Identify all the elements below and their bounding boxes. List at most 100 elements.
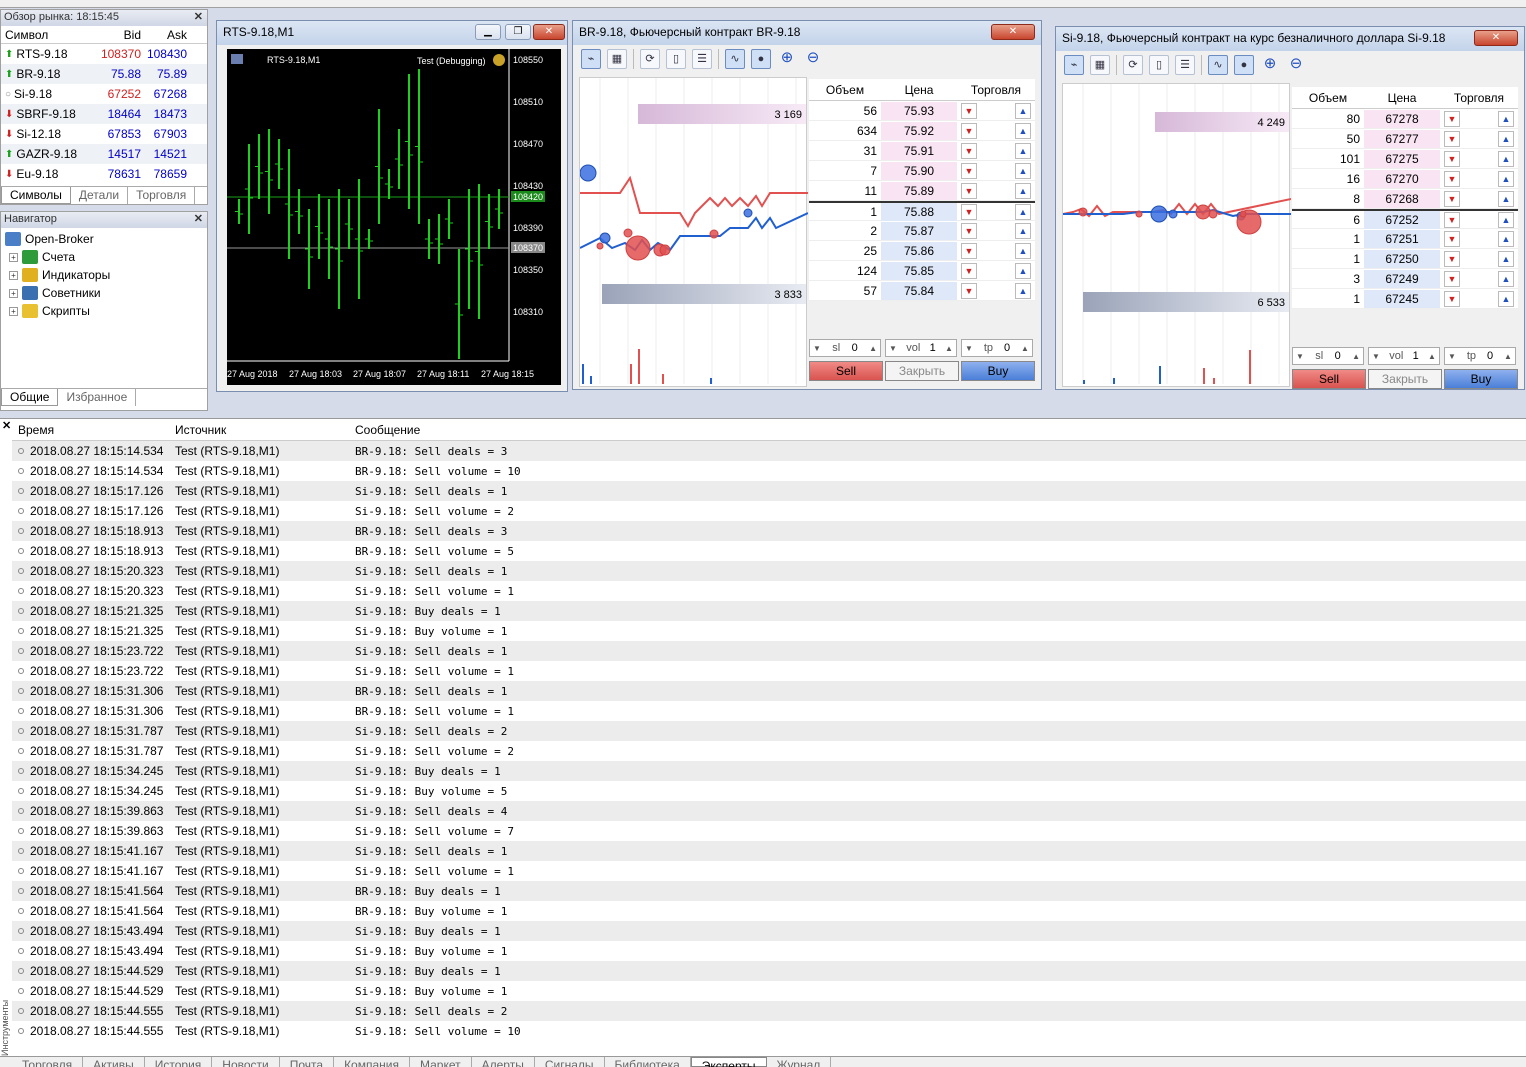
log-row[interactable]: 2018.08.27 18:15:31.787 Test (RTS-9.18,M1…: [12, 741, 1526, 761]
navigator-item[interactable]: + Скрипты: [5, 302, 203, 320]
buy-limit-icon[interactable]: ▲: [1498, 170, 1514, 187]
sell-limit-icon[interactable]: ▼: [961, 182, 977, 199]
buy-limit-icon[interactable]: ▲: [1015, 102, 1031, 119]
sell-limit-icon[interactable]: ▼: [1444, 270, 1460, 287]
log-row[interactable]: 2018.08.27 18:15:34.245 Test (RTS-9.18,M1…: [12, 781, 1526, 801]
refresh-icon[interactable]: ⟳: [640, 49, 660, 69]
chart-mode-icon[interactable]: ⌁: [1064, 55, 1084, 75]
tab-details[interactable]: Детали: [71, 187, 129, 204]
market-watch-row[interactable]: ⬆ GAZR-9.18 14517 14521: [1, 144, 207, 164]
log-row[interactable]: 2018.08.27 18:15:31.306 Test (RTS-9.18,M1…: [12, 681, 1526, 701]
log-row[interactable]: 2018.08.27 18:15:41.167 Test (RTS-9.18,M1…: [12, 861, 1526, 881]
log-row[interactable]: 2018.08.27 18:15:39.863 Test (RTS-9.18,M1…: [12, 821, 1526, 841]
buy-button[interactable]: Buy: [1444, 369, 1518, 389]
ticks-icon[interactable]: ▯: [1149, 55, 1169, 75]
toolbox-tab[interactable]: Новости: [212, 1057, 280, 1067]
chevron-up-icon[interactable]: ▲: [945, 344, 953, 353]
log-row[interactable]: 2018.08.27 18:15:23.722 Test (RTS-9.18,M1…: [12, 661, 1526, 681]
chevron-down-icon[interactable]: ▼: [1372, 352, 1380, 361]
dom-row-ask[interactable]: 11 75.89 ▼ ▲: [809, 181, 1035, 201]
si-window-titlebar[interactable]: Si-9.18, Фьючерсный контракт на курс без…: [1056, 27, 1524, 51]
log-row[interactable]: 2018.08.27 18:15:41.167 Test (RTS-9.18,M1…: [12, 841, 1526, 861]
column-message[interactable]: Сообщение: [352, 423, 1526, 437]
log-row[interactable]: 2018.08.27 18:15:41.564 Test (RTS-9.18,M1…: [12, 881, 1526, 901]
tick-chart-icon[interactable]: ∿: [725, 49, 745, 69]
dom-row-ask[interactable]: 7 75.90 ▼ ▲: [809, 161, 1035, 181]
sell-button[interactable]: Sell: [1292, 369, 1366, 389]
buy-limit-icon[interactable]: ▲: [1015, 222, 1031, 239]
market-watch-row[interactable]: ⬆ BR-9.18 75.88 75.89: [1, 64, 207, 84]
column-ask[interactable]: Ask: [141, 28, 187, 42]
dom-row-ask[interactable]: 8 67268 ▼ ▲: [1292, 189, 1518, 209]
buy-limit-icon[interactable]: ▲: [1015, 282, 1031, 299]
buy-button[interactable]: Buy: [961, 361, 1035, 381]
minimize-icon[interactable]: ▁: [475, 24, 501, 40]
market-watch-row[interactable]: ⬇ Eu-9.18 78631 78659: [1, 164, 207, 184]
sell-limit-icon[interactable]: ▼: [1444, 130, 1460, 147]
chevron-up-icon[interactable]: ▲: [1352, 352, 1360, 361]
buy-limit-icon[interactable]: ▲: [1498, 190, 1514, 207]
tab-symbols[interactable]: Символы: [1, 187, 71, 204]
dom-row-ask[interactable]: 634 75.92 ▼ ▲: [809, 121, 1035, 141]
rts-candles-chart[interactable]: RTS-9.18,M1 Test (Debugging) 108550 108510 1…: [227, 49, 561, 385]
dom-row-bid[interactable]: 57 75.84 ▼ ▲: [809, 281, 1035, 301]
dom-row-bid[interactable]: 1 67250 ▼ ▲: [1292, 249, 1518, 269]
column-time[interactable]: Время: [12, 423, 172, 437]
sell-limit-icon[interactable]: ▼: [961, 162, 977, 179]
zoom-in-icon[interactable]: ⊕: [1260, 55, 1280, 75]
dom-row-bid[interactable]: 124 75.85 ▼ ▲: [809, 261, 1035, 281]
sell-limit-icon[interactable]: ▼: [1444, 290, 1460, 307]
dom-row-ask[interactable]: 31 75.91 ▼ ▲: [809, 141, 1035, 161]
buy-limit-icon[interactable]: ▲: [1015, 162, 1031, 179]
log-row[interactable]: 2018.08.27 18:15:20.323 Test (RTS-9.18,M1…: [12, 581, 1526, 601]
sl-stepper[interactable]: ▼ sl 0 ▲: [1292, 347, 1364, 365]
levels-icon[interactable]: ☰: [1175, 55, 1195, 75]
br-window-titlebar[interactable]: BR-9.18, Фьючерсный контракт BR-9.18 ✕: [573, 21, 1041, 45]
close-button[interactable]: Закрыть: [885, 361, 959, 381]
buy-limit-icon[interactable]: ▲: [1498, 130, 1514, 147]
chevron-down-icon[interactable]: ▼: [889, 344, 897, 353]
si-tick-chart-area[interactable]: 4 249 6 533: [1062, 83, 1292, 387]
dom-row-ask[interactable]: 101 67275 ▼ ▲: [1292, 149, 1518, 169]
log-row[interactable]: 2018.08.27 18:15:23.722 Test (RTS-9.18,M1…: [12, 641, 1526, 661]
log-row[interactable]: 2018.08.27 18:15:44.555 Test (RTS-9.18,M1…: [12, 1001, 1526, 1021]
toolbox-tab[interactable]: Журнал: [767, 1057, 832, 1067]
toolbox-tab[interactable]: Алерты: [472, 1057, 535, 1067]
vol-stepper[interactable]: ▼ vol 1 ▲: [885, 339, 957, 357]
column-source[interactable]: Источник: [172, 423, 352, 437]
tab-favorites[interactable]: Избранное: [58, 389, 137, 406]
dom-row-ask[interactable]: 80 67278 ▼ ▲: [1292, 109, 1518, 129]
log-row[interactable]: 2018.08.27 18:15:31.787 Test (RTS-9.18,M1…: [12, 721, 1526, 741]
dom-row-bid[interactable]: 2 75.87 ▼ ▲: [809, 221, 1035, 241]
toolbox-tab[interactable]: Библиотека: [605, 1057, 691, 1067]
dom-row-bid[interactable]: 6 67252 ▼ ▲: [1292, 209, 1518, 229]
buy-limit-icon[interactable]: ▲: [1015, 142, 1031, 159]
rts-chart-area[interactable]: RTS-9.18,M1 Test (Debugging) 108550 108510 1…: [227, 49, 561, 385]
sell-limit-icon[interactable]: ▼: [1444, 190, 1460, 207]
log-row[interactable]: 2018.08.27 18:15:39.863 Test (RTS-9.18,M1…: [12, 801, 1526, 821]
chevron-down-icon[interactable]: ▼: [1296, 352, 1304, 361]
vol-stepper[interactable]: ▼ vol 1 ▲: [1368, 347, 1440, 365]
close-icon[interactable]: ✕: [1474, 30, 1518, 46]
ticks-icon[interactable]: ▯: [666, 49, 686, 69]
sell-limit-icon[interactable]: ▼: [961, 282, 977, 299]
log-row[interactable]: 2018.08.27 18:15:21.325 Test (RTS-9.18,M1…: [12, 621, 1526, 641]
dom-row-ask[interactable]: 56 75.93 ▼ ▲: [809, 101, 1035, 121]
br-tick-chart[interactable]: 3 169 3 833: [579, 78, 809, 388]
buy-limit-icon[interactable]: ▲: [1015, 242, 1031, 259]
sell-limit-icon[interactable]: ▼: [961, 142, 977, 159]
expand-icon[interactable]: +: [9, 306, 18, 316]
levels-icon[interactable]: ☰: [692, 49, 712, 69]
close-icon[interactable]: ✕: [991, 24, 1035, 40]
buy-limit-icon[interactable]: ▲: [1498, 230, 1514, 247]
buy-limit-icon[interactable]: ▲: [1498, 110, 1514, 127]
buy-limit-icon[interactable]: ▲: [1015, 122, 1031, 139]
sell-limit-icon[interactable]: ▼: [1444, 150, 1460, 167]
sell-limit-icon[interactable]: ▼: [961, 203, 977, 220]
column-symbol[interactable]: Символ: [1, 28, 93, 42]
dom-row-bid[interactable]: 1 67251 ▼ ▲: [1292, 229, 1518, 249]
dom-row-ask[interactable]: 50 67277 ▼ ▲: [1292, 129, 1518, 149]
close-button[interactable]: Закрыть: [1368, 369, 1442, 389]
buy-limit-icon[interactable]: ▲: [1015, 182, 1031, 199]
log-row[interactable]: 2018.08.27 18:15:14.534 Test (RTS-9.18,M1…: [12, 441, 1526, 461]
